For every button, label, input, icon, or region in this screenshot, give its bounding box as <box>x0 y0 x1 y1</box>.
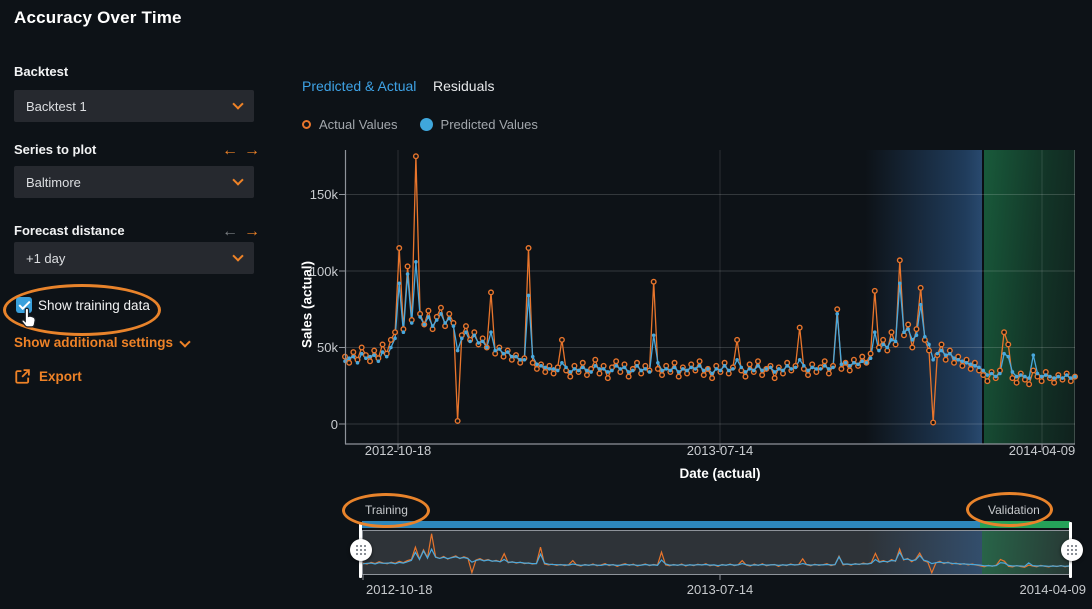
x-tick-3: 2014-04-09 <box>992 443 1092 458</box>
show-training-label: Show training data <box>38 298 150 313</box>
forecast-prev-arrow-icon: ← <box>222 224 238 240</box>
mini-x-tick-2: 2013-07-14 <box>670 582 770 597</box>
chevron-down-icon <box>232 174 243 185</box>
forecast-dropdown[interactable]: +1 day <box>14 242 254 274</box>
show-additional-settings-link[interactable]: Show additional settings <box>14 335 189 350</box>
range-brush-area[interactable] <box>362 530 1070 575</box>
predicted-actual-plot <box>345 150 1075 454</box>
x-tick-1: 2012-10-18 <box>348 443 448 458</box>
actual-values-legend-label: Actual Values <box>319 117 398 132</box>
series-next-arrow-icon[interactable]: → <box>244 143 260 159</box>
tab-predicted-actual[interactable]: Predicted & Actual <box>302 78 416 94</box>
forecast-next-arrow-icon[interactable]: → <box>244 224 260 240</box>
x-axis-title: Date (actual) <box>630 466 810 481</box>
brush-right-handle[interactable] <box>1061 539 1083 561</box>
forecast-distance-label: Forecast distance <box>14 223 125 238</box>
validation-period-bar <box>980 521 1070 528</box>
forecast-value: +1 day <box>26 251 234 266</box>
export-button[interactable]: Export <box>14 368 82 385</box>
tab-residuals[interactable]: Residuals <box>433 78 494 94</box>
series-prev-arrow-icon[interactable]: ← <box>222 143 238 159</box>
validation-label: Validation <box>988 503 1040 517</box>
mini-x-tick-3: 2014-04-09 <box>1006 582 1086 597</box>
actual-values-legend-icon <box>302 120 311 129</box>
gridlines <box>345 150 1075 444</box>
backtest-label: Backtest <box>14 64 68 79</box>
series-to-plot-label: Series to plot <box>14 142 96 157</box>
training-label: Training <box>365 503 408 517</box>
chevron-down-icon <box>232 98 243 109</box>
x-tick-2: 2013-07-14 <box>670 443 770 458</box>
main-chart-area: 0 50k 100k 150k Sales (actual) <box>300 140 1092 490</box>
predicted-values-legend-icon <box>420 118 433 131</box>
mini-axis-ticks <box>360 575 1072 581</box>
training-period-bar <box>362 521 980 528</box>
chevron-down-icon <box>179 336 190 347</box>
series-dropdown[interactable]: Baltimore <box>14 166 254 198</box>
chevron-down-icon <box>232 250 243 261</box>
y-axis-title: Sales (actual) <box>300 235 315 375</box>
backtest-value: Backtest 1 <box>26 99 234 114</box>
predicted-values-legend-label: Predicted Values <box>441 117 538 132</box>
y-tick-0: 0 <box>300 417 338 432</box>
y-tick-150k: 150k <box>300 187 338 202</box>
brush-left-handle[interactable] <box>350 539 372 561</box>
series-value: Baltimore <box>26 175 234 190</box>
accuracy-over-time-page: Accuracy Over Time Backtest Backtest 1 S… <box>0 0 1092 609</box>
hand-cursor-icon <box>17 307 39 331</box>
mini-plot <box>363 531 1069 574</box>
show-additional-settings-label: Show additional settings <box>14 335 173 350</box>
export-icon <box>14 368 31 385</box>
backtest-dropdown[interactable]: Backtest 1 <box>14 90 254 122</box>
page-title: Accuracy Over Time <box>14 8 182 28</box>
mini-x-tick-1: 2012-10-18 <box>366 582 433 597</box>
export-label: Export <box>39 369 82 384</box>
